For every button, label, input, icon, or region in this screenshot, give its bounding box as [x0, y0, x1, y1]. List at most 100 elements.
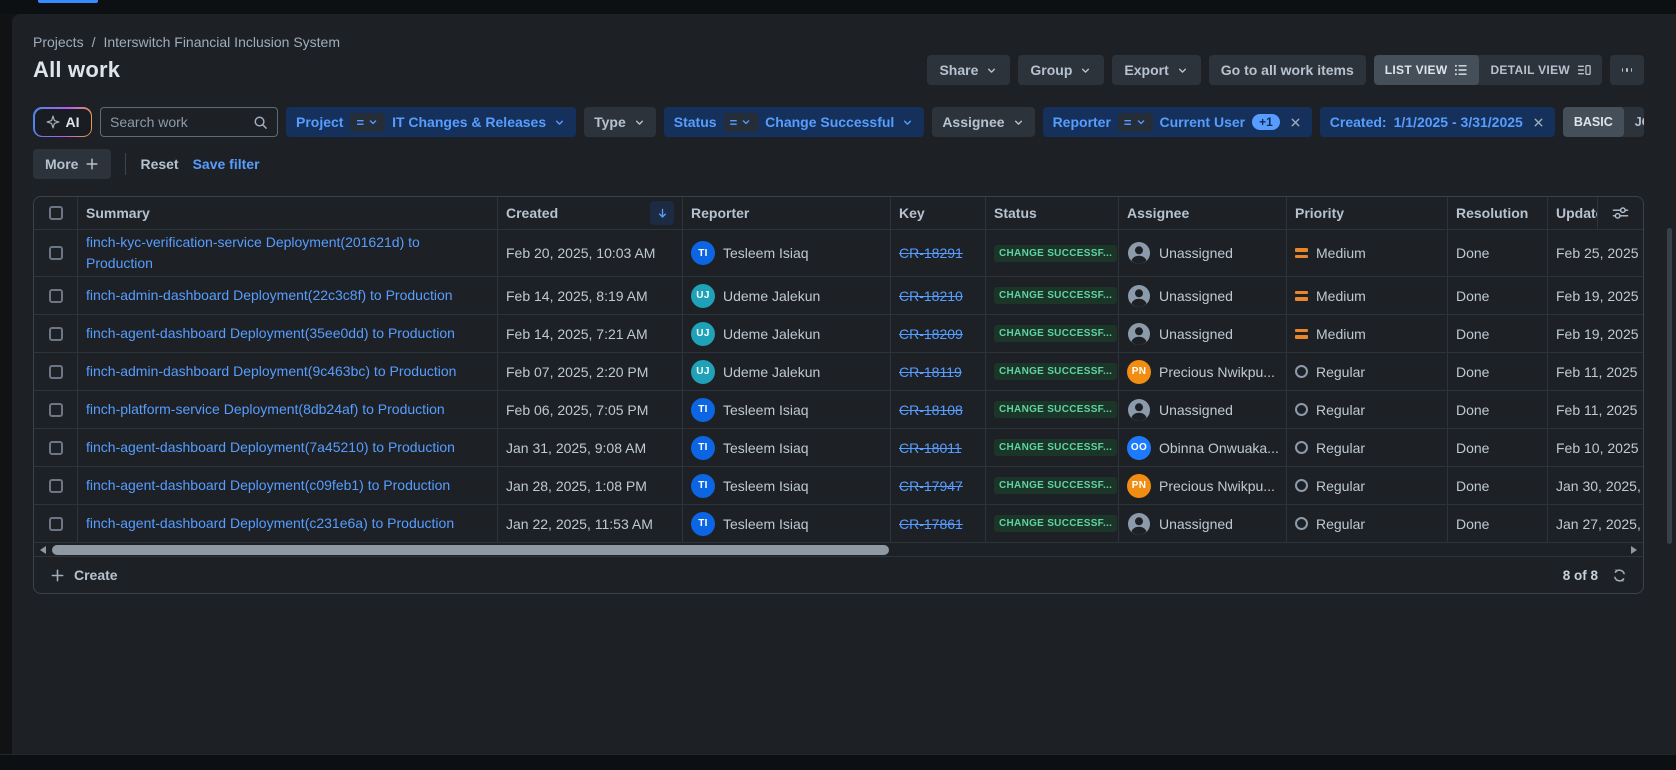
group-button[interactable]: Group — [1018, 55, 1104, 85]
column-header-reporter[interactable]: Reporter — [683, 197, 891, 229]
ai-button[interactable]: AI — [33, 107, 92, 137]
work-item-link[interactable]: finch-admin-dashboard Deployment(22c3c8f… — [86, 285, 453, 306]
status-badge[interactable]: CHANGE SUCCESSF... — [994, 325, 1117, 342]
row-checkbox[interactable] — [49, 365, 63, 379]
table-row[interactable]: finch-agent-dashboard Deployment(c09feb1… — [34, 467, 1643, 505]
detail-view-toggle[interactable]: DETAIL VIEW — [1479, 55, 1602, 85]
reporter-name: Tesleem Isiaq — [723, 440, 809, 456]
column-header-status[interactable]: Status — [986, 197, 1119, 229]
vertical-scrollbar[interactable] — [1667, 228, 1672, 544]
status-badge[interactable]: CHANGE SUCCESSF... — [994, 245, 1117, 262]
export-button[interactable]: Export — [1112, 55, 1200, 85]
status-badge[interactable]: CHANGE SUCCESSF... — [994, 477, 1117, 494]
priority-label: Regular — [1316, 440, 1365, 456]
column-header-assignee[interactable]: Assignee — [1119, 197, 1287, 229]
row-checkbox[interactable] — [49, 246, 63, 260]
created-cell: Jan 28, 2025, 1:08 PM — [498, 467, 683, 504]
create-button[interactable]: Create — [50, 567, 118, 583]
row-checkbox[interactable] — [49, 289, 63, 303]
horizontal-scrollbar-thumb[interactable] — [52, 545, 889, 555]
filter-chip-type[interactable]: Type — [584, 107, 656, 137]
table-row[interactable]: finch-platform-service Deployment(8db24a… — [34, 391, 1643, 429]
table-row[interactable]: finch-kyc-verification-service Deploymen… — [34, 230, 1643, 277]
priority-regular-icon — [1295, 517, 1308, 530]
work-item-key-link[interactable]: CR-18011 — [899, 440, 962, 456]
work-item-link[interactable]: finch-platform-service Deployment(8db24a… — [86, 399, 445, 420]
filter-chip-created[interactable]: Created: 1/1/2025 - 3/31/2025 — [1320, 107, 1555, 137]
table-row[interactable]: finch-admin-dashboard Deployment(9c463bc… — [34, 353, 1643, 391]
key-cell: CR-18119 — [891, 353, 986, 390]
work-item-key-link[interactable]: CR-18108 — [899, 402, 963, 418]
status-badge[interactable]: CHANGE SUCCESSF... — [994, 363, 1117, 380]
work-item-key-link[interactable]: CR-17947 — [899, 478, 963, 494]
column-header-priority[interactable]: Priority — [1287, 197, 1448, 229]
work-item-link[interactable]: finch-agent-dashboard Deployment(c231e6a… — [86, 513, 454, 534]
ai-sparkle-icon — [46, 115, 60, 129]
work-item-link[interactable]: finch-admin-dashboard Deployment(9c463bc… — [86, 361, 456, 382]
table-row[interactable]: finch-agent-dashboard Deployment(35ee0dd… — [34, 315, 1643, 353]
row-checkbox[interactable] — [49, 441, 63, 455]
updated-cell: Jan 27, 2025, — [1548, 505, 1643, 542]
basic-mode-toggle[interactable]: BASIC — [1563, 107, 1624, 137]
column-header-summary[interactable]: Summary — [78, 197, 498, 229]
row-checkbox[interactable] — [49, 479, 63, 493]
updated-cell: Jan 30, 2025, — [1548, 467, 1643, 504]
work-item-key-link[interactable]: CR-18209 — [899, 326, 963, 342]
work-item-link[interactable]: finch-agent-dashboard Deployment(35ee0dd… — [86, 323, 455, 344]
column-settings-button[interactable] — [1597, 197, 1643, 229]
operator-dropdown[interactable]: = — [350, 113, 385, 132]
assignee-name: Unassigned — [1159, 288, 1233, 304]
scroll-left-arrow[interactable] — [40, 546, 46, 554]
reporter-name: Udeme Jalekun — [723, 364, 820, 380]
remove-reporter-filter-button[interactable] — [1289, 116, 1302, 129]
row-checkbox[interactable] — [49, 403, 63, 417]
more-values-badge[interactable]: +1 — [1252, 114, 1280, 130]
save-filter-button[interactable]: Save filter — [193, 156, 260, 172]
remove-created-filter-button[interactable] — [1532, 116, 1545, 129]
column-header-resolution[interactable]: Resolution — [1448, 197, 1548, 229]
scroll-right-arrow[interactable] — [1631, 546, 1637, 554]
select-all-checkbox[interactable] — [49, 206, 63, 220]
work-item-key-link[interactable]: CR-18210 — [899, 288, 963, 304]
work-item-key-link[interactable]: CR-18119 — [899, 364, 962, 380]
table-row[interactable]: finch-agent-dashboard Deployment(c231e6a… — [34, 505, 1643, 543]
operator-dropdown[interactable]: = — [1118, 113, 1153, 132]
table-row[interactable]: finch-agent-dashboard Deployment(7a45210… — [34, 429, 1643, 467]
filter-chip-reporter[interactable]: Reporter = Current User +1 — [1043, 107, 1312, 137]
column-header-created[interactable]: Created — [498, 197, 683, 229]
work-item-key-link[interactable]: CR-17861 — [899, 516, 963, 532]
status-badge[interactable]: CHANGE SUCCESSF... — [994, 287, 1117, 304]
share-button[interactable]: Share — [927, 55, 1010, 85]
jql-mode-toggle[interactable]: JQL — [1624, 107, 1644, 137]
operator-dropdown[interactable]: = — [724, 113, 759, 132]
work-item-link[interactable]: finch-agent-dashboard Deployment(7a45210… — [86, 437, 455, 458]
filter-chip-project[interactable]: Project = IT Changes & Releases — [286, 107, 576, 137]
status-badge[interactable]: CHANGE SUCCESSF... — [994, 401, 1117, 418]
work-item-key-link[interactable]: CR-18291 — [899, 245, 963, 261]
status-cell: CHANGE SUCCESSF... — [986, 277, 1119, 314]
row-checkbox[interactable] — [49, 327, 63, 341]
status-badge[interactable]: CHANGE SUCCESSF... — [994, 439, 1117, 456]
breadcrumb-project-name-link[interactable]: Interswitch Financial Inclusion System — [103, 34, 340, 50]
work-item-link[interactable]: finch-agent-dashboard Deployment(c09feb1… — [86, 475, 450, 496]
table-row[interactable]: finch-admin-dashboard Deployment(22c3c8f… — [34, 277, 1643, 315]
assignee-name: Unassigned — [1159, 326, 1233, 342]
go-to-all-work-items-button[interactable]: Go to all work items — [1209, 55, 1366, 85]
work-item-link[interactable]: finch-kyc-verification-service Deploymen… — [86, 232, 489, 274]
breadcrumb-projects-link[interactable]: Projects — [33, 34, 84, 50]
list-view-toggle[interactable]: LIST VIEW — [1374, 55, 1480, 85]
assignee-name: Unassigned — [1159, 245, 1233, 261]
sort-descending-button[interactable] — [650, 201, 674, 225]
search-input[interactable] — [110, 114, 247, 130]
more-filters-button[interactable]: More — [33, 149, 111, 179]
filter-chip-status[interactable]: Status = Change Successful — [664, 107, 925, 137]
priority-label: Regular — [1316, 478, 1365, 494]
more-actions-button[interactable] — [1610, 55, 1644, 85]
refresh-button[interactable] — [1612, 568, 1627, 583]
column-header-key[interactable]: Key — [891, 197, 986, 229]
status-badge[interactable]: CHANGE SUCCESSF... — [994, 515, 1117, 532]
row-checkbox[interactable] — [49, 517, 63, 531]
chevron-down-icon — [1135, 116, 1147, 128]
filter-chip-assignee[interactable]: Assignee — [932, 107, 1034, 137]
reset-button[interactable]: Reset — [140, 156, 178, 172]
